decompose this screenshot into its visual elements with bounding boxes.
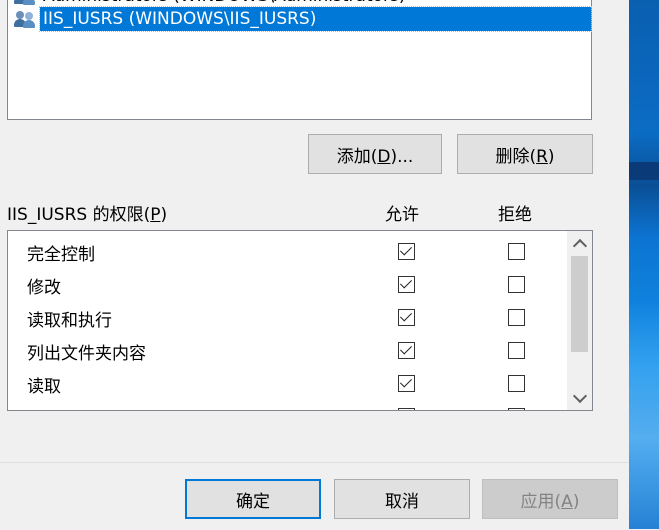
- scroll-up-button[interactable]: [567, 231, 592, 255]
- scroll-thumb[interactable]: [571, 256, 588, 352]
- deny-checkbox[interactable]: [508, 375, 525, 392]
- deny-checkbox[interactable]: [508, 309, 525, 326]
- permission-row: 完全控制: [8, 234, 568, 267]
- desktop-glow: [629, 300, 659, 529]
- permission-name: 完全控制: [27, 245, 95, 265]
- permission-name: 修改: [27, 278, 61, 298]
- apply-button[interactable]: 应用(A): [482, 479, 618, 519]
- group-user-list[interactable]: Administrators (WINDOWS\Administrators) …: [7, 0, 592, 120]
- allow-checkbox[interactable]: [398, 276, 415, 293]
- deny-checkbox[interactable]: [508, 243, 525, 260]
- deny-checkbox[interactable]: [508, 342, 525, 359]
- cancel-button[interactable]: 取消: [334, 479, 470, 519]
- permission-name: 读取和执行: [27, 311, 112, 331]
- deny-checkbox[interactable]: [508, 408, 525, 410]
- ok-button[interactable]: 确定: [185, 479, 321, 519]
- allow-column-header: 允许: [385, 205, 419, 225]
- permission-row: 修改: [8, 267, 568, 300]
- chevron-down-icon: [572, 388, 587, 403]
- users-group-icon: [14, 0, 36, 5]
- allow-checkbox[interactable]: [398, 375, 415, 392]
- remove-button[interactable]: 删除(R): [457, 134, 593, 174]
- apply-button-label: 应用(A): [520, 491, 580, 512]
- allow-checkbox[interactable]: [398, 309, 415, 326]
- security-dialog: Administrators (WINDOWS\Administrators) …: [0, 0, 629, 530]
- deny-column-header: 拒绝: [498, 205, 532, 225]
- user-list-item-iis-iusrs[interactable]: IIS_IUSRS (WINDOWS\IIS_IUSRS): [14, 6, 592, 32]
- chevron-up-icon: [572, 238, 587, 253]
- permission-row: 列出文件夹内容: [8, 333, 568, 366]
- permissions-scrollbar[interactable]: [567, 231, 592, 410]
- permissions-header: IIS_IUSRS 的权限(P): [7, 205, 168, 225]
- add-button[interactable]: 添加(D)...: [308, 134, 442, 174]
- desktop-background: [629, 0, 659, 529]
- permission-name: 读取: [27, 377, 61, 397]
- permission-name: 写入: [27, 405, 61, 410]
- desktop-band: [629, 162, 659, 180]
- add-button-label: 添加(D)...: [336, 146, 414, 167]
- allow-checkbox[interactable]: [398, 342, 415, 359]
- deny-checkbox[interactable]: [508, 276, 525, 293]
- allow-checkbox[interactable]: [398, 243, 415, 260]
- permission-row: 读取和执行: [8, 300, 568, 333]
- permission-row: 读取: [8, 366, 568, 399]
- permission-name: 列出文件夹内容: [27, 344, 146, 364]
- remove-button-label: 删除(R): [495, 146, 555, 167]
- user-list-item-label: IIS_IUSRS (WINDOWS\IIS_IUSRS): [39, 6, 592, 32]
- users-group-icon: [14, 10, 36, 28]
- allow-checkbox[interactable]: [398, 408, 415, 410]
- permissions-list: 完全控制 修改 读取和执行 列出文件夹内容 读取 写入: [7, 230, 593, 411]
- permission-row: 写入: [8, 399, 568, 410]
- scroll-down-button[interactable]: [567, 386, 592, 410]
